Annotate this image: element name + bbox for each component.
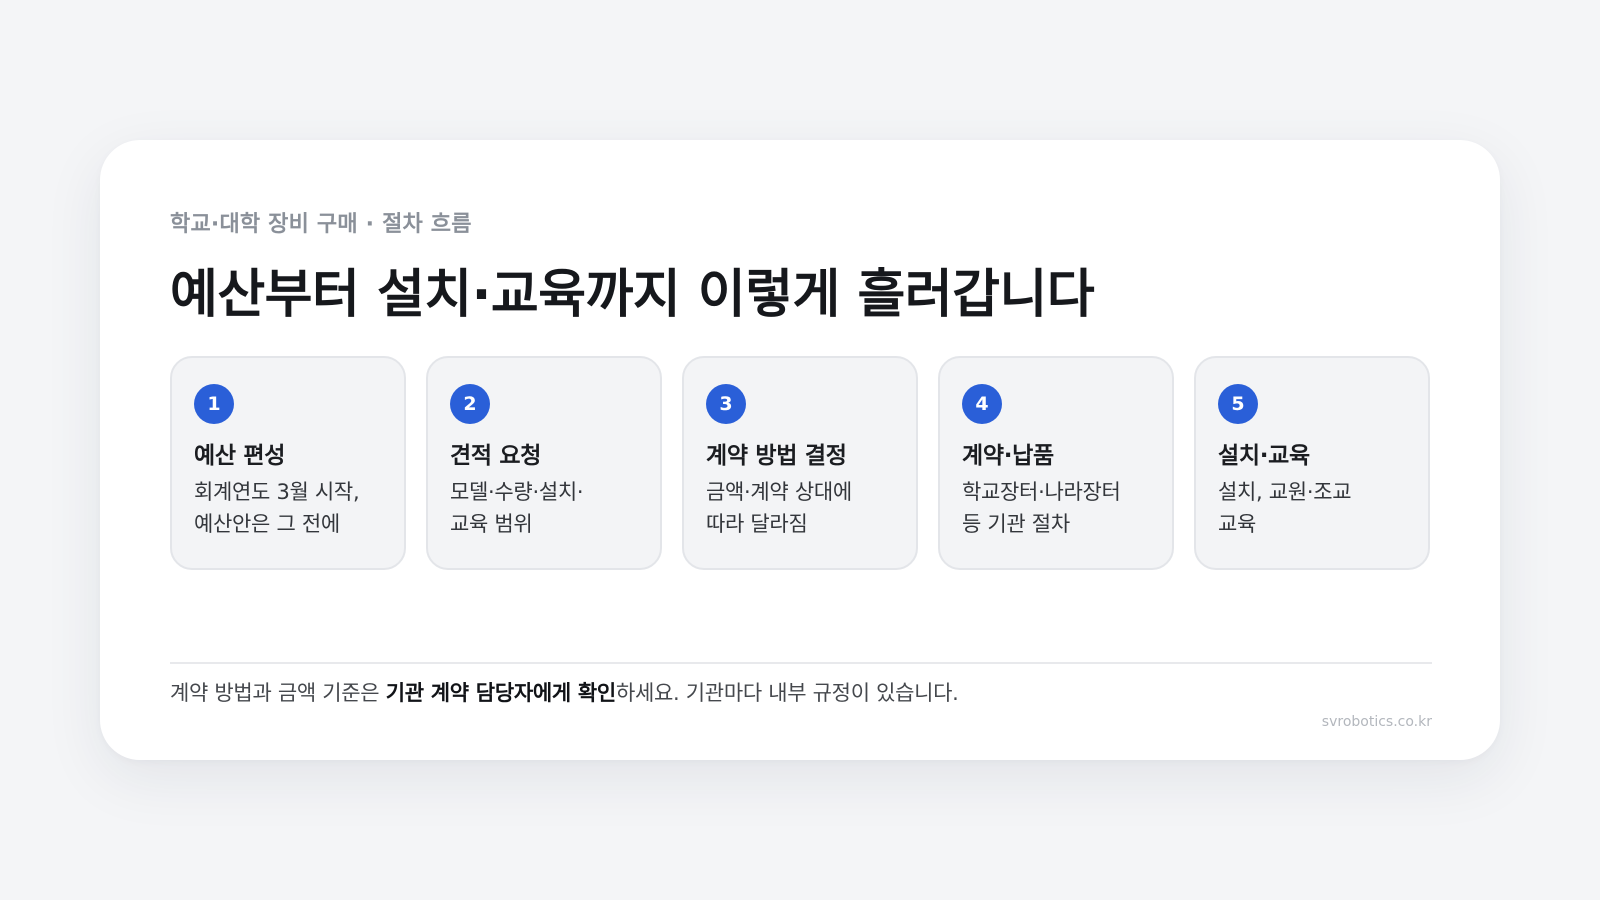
step-title: 예산 편성: [194, 443, 286, 469]
step-card-2: 2 견적 요청 모델·수량·설치· 교육 범위: [426, 356, 662, 570]
step-card-3: 3 계약 방법 결정 금액·계약 상대에 따라 달라짐: [682, 356, 918, 570]
footnote-text-after: 하세요. 기관마다 내부 규정이 있습니다.: [615, 681, 959, 705]
step-card-4: 4 계약·납품 학교장터·나라장터 등 기관 절차: [938, 356, 1174, 570]
step-title: 계약 방법 결정: [706, 443, 847, 469]
step-description: 회계연도 3월 시작, 예산안은 그 전에: [194, 480, 360, 536]
step-title: 계약·납품: [962, 443, 1054, 469]
footnote-emphasis: 기관 계약 담당자에게 확인: [385, 681, 617, 705]
step-description: 학교장터·나라장터 등 기관 절차: [962, 480, 1121, 536]
step-card-1: 1 예산 편성 회계연도 3월 시작, 예산안은 그 전에: [170, 356, 406, 570]
step-description: 설치, 교원·조교 교육: [1218, 480, 1352, 536]
step-number-badge: 2: [450, 384, 490, 424]
step-description: 모델·수량·설치· 교육 범위: [450, 480, 584, 536]
step-number-badge: 5: [1218, 384, 1258, 424]
page-title: 예산부터 설치·교육까지 이렇게 흘러갑니다: [170, 265, 1095, 325]
step-number-badge: 4: [962, 384, 1002, 424]
step-title: 견적 요청: [450, 443, 542, 469]
eyebrow-label: 학교·대학 장비 구매 · 절차 흐름: [170, 212, 472, 237]
step-number-badge: 3: [706, 384, 746, 424]
steps-row: 1 예산 편성 회계연도 3월 시작, 예산안은 그 전에 2 견적 요청 모델…: [170, 356, 1430, 570]
step-title: 설치·교육: [1218, 443, 1310, 469]
footnote: 계약 방법과 금액 기준은 기관 계약 담당자에게 확인하세요. 기관마다 내부…: [170, 678, 959, 708]
step-number-badge: 1: [194, 384, 234, 424]
step-description: 금액·계약 상대에 따라 달라짐: [706, 480, 852, 536]
footnote-text-before: 계약 방법과 금액 기준은: [170, 681, 386, 705]
divider: [170, 662, 1432, 664]
site-url: svrobotics.co.kr: [1321, 714, 1432, 730]
info-card: 학교·대학 장비 구매 · 절차 흐름 예산부터 설치·교육까지 이렇게 흘러갑…: [100, 140, 1500, 760]
step-card-5: 5 설치·교육 설치, 교원·조교 교육: [1194, 356, 1430, 570]
